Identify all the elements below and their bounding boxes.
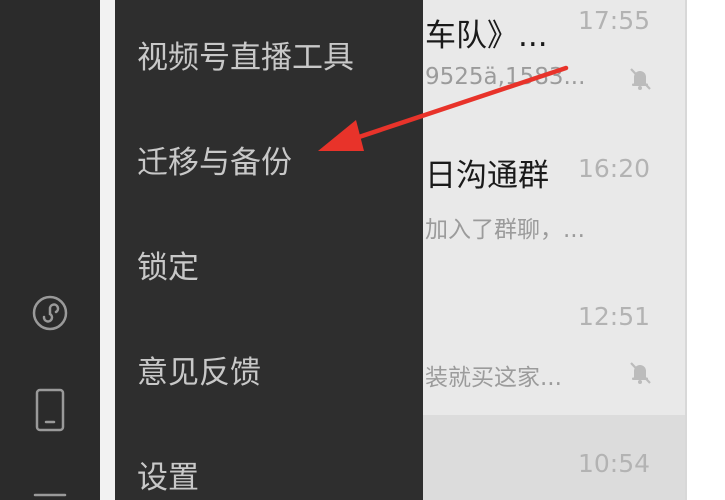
left-sidebar: [0, 0, 100, 500]
chat-item-selected[interactable]: 10:54: [395, 415, 685, 500]
divider: [685, 0, 687, 500]
chat-preview: 装就买这家...: [425, 365, 562, 391]
menu-item-feedback[interactable]: 意见反馈: [137, 343, 407, 403]
chat-list: 车队》... 17:55 9525ä,1583... 日沟通群 16:20 加入…: [395, 0, 685, 500]
more-menu: 视频号直播工具 迁移与备份 锁定 意见反馈 设置: [115, 0, 423, 500]
chat-item[interactable]: 12:51 装就买这家...: [395, 280, 685, 391]
mute-icon: [630, 68, 651, 90]
menu-item-settings[interactable]: 设置: [137, 448, 407, 500]
chat-time: 17:55: [578, 6, 651, 35]
chat-name: 车队》...: [425, 18, 548, 54]
phone-icon[interactable]: [30, 388, 70, 432]
wechat-window: 车队》... 17:55 9525ä,1583... 日沟通群 16:20 加入…: [0, 0, 725, 500]
chat-item[interactable]: 日沟通群 16:20 加入了群聊，...: [395, 136, 685, 246]
mute-icon: [630, 362, 651, 384]
chat-item[interactable]: 车队》... 17:55 9525ä,1583...: [395, 0, 685, 110]
menu-item-lock[interactable]: 锁定: [137, 238, 407, 298]
menu-item-migrate-backup[interactable]: 迁移与备份: [137, 133, 407, 193]
chat-pane-edge: [685, 0, 725, 500]
chat-time: 12:51: [578, 302, 651, 331]
chat-preview: 9525ä,1583...: [425, 64, 586, 90]
chat-time: 10:54: [578, 449, 651, 478]
chat-time: 16:20: [578, 154, 651, 183]
menu-item-channels-live-tool[interactable]: 视频号直播工具: [137, 28, 407, 88]
chat-name: 日沟通群: [425, 158, 549, 194]
mini-program-icon[interactable]: [30, 293, 70, 333]
menu-icon[interactable]: [30, 470, 70, 500]
chat-preview: 加入了群聊，...: [425, 217, 585, 243]
